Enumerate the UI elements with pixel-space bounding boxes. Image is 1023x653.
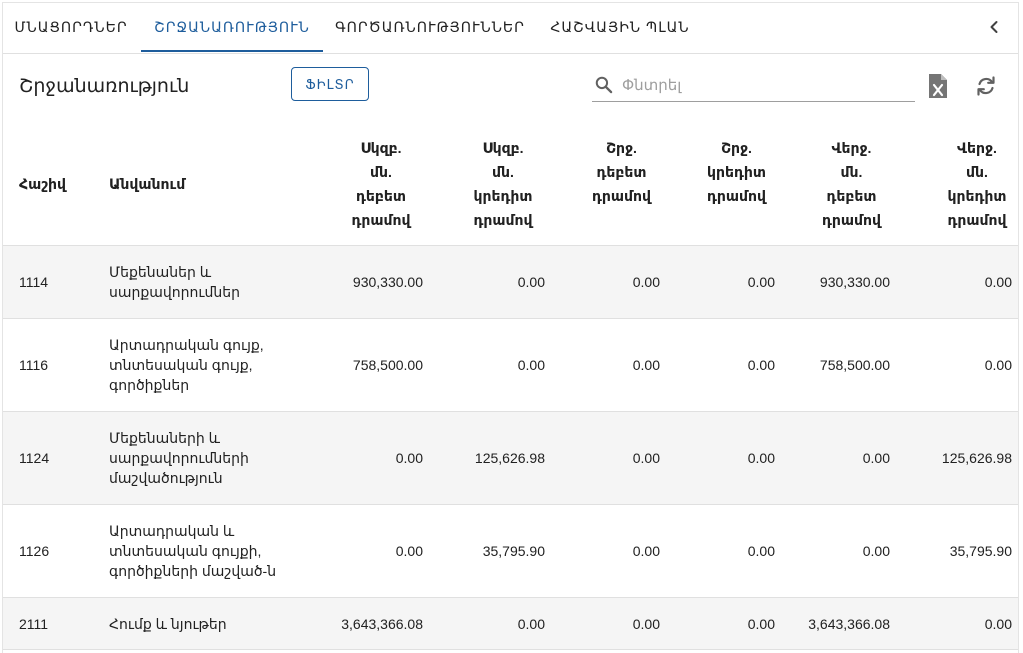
account-cell: 1126 xyxy=(3,504,109,598)
closing-debit-cell: 3,643,366.08 xyxy=(779,597,894,650)
closing-credit-cell: 0.00 xyxy=(894,245,1018,319)
turnover-debit-cell: 0.00 xyxy=(549,504,664,598)
account-cell: 2111 xyxy=(3,597,109,650)
account-name-cell: Հումք և նյութեր xyxy=(109,597,305,650)
chevron-left-icon[interactable] xyxy=(984,17,1004,37)
column-header-closing-debit[interactable]: Վերջ. մն. դեբետ դրամով xyxy=(779,123,894,246)
tab-bar: ՄՆԱՑՈՐԴՆԵՐ ՇՐՋԱՆԱՌՈՒԹՅՈՒՆ ԳՈՐԾԱՌՆՈՒԹՅՈՒՆ… xyxy=(3,3,1018,54)
column-header-opening-credit[interactable]: Սկզբ. մն. կրեդիտ դրամով xyxy=(427,123,549,246)
account-name-cell: Արտադրական գույք, տնտեսական գույք, գործի… xyxy=(109,318,305,412)
column-header-closing-credit[interactable]: Վերջ. մն. կրեդիտ դրամով xyxy=(894,123,1018,246)
account-name-cell: Մեքենաների և սարքավորումների մաշվածությո… xyxy=(109,411,305,505)
search-input[interactable] xyxy=(622,73,907,97)
filter-button[interactable]: ՖԻԼՏՐ xyxy=(291,67,369,101)
column-header-account[interactable]: Հաշիվ xyxy=(3,123,109,246)
opening-credit-cell: 0.00 xyxy=(427,245,549,319)
tab-turnover[interactable]: ՇՐՋԱՆԱՌՈՒԹՅՈՒՆ xyxy=(141,3,323,51)
column-header-name[interactable]: Անվանում xyxy=(109,123,305,246)
opening-debit-cell: 758,500.00 xyxy=(305,318,427,412)
tab-balances[interactable]: ՄՆԱՑՈՐԴՆԵՐ xyxy=(3,3,139,51)
opening-credit-cell: 0.00 xyxy=(427,318,549,412)
opening-debit-cell: 0.00 xyxy=(305,504,427,598)
turnover-credit-cell: 0.00 xyxy=(664,597,779,650)
search-icon xyxy=(595,76,613,94)
excel-export-icon[interactable] xyxy=(927,73,949,99)
closing-debit-cell: 930,330.00 xyxy=(779,245,894,319)
tab-operations[interactable]: ԳՈՐԾԱՌՆՈՒԹՅՈՒՆՆԵՐ xyxy=(323,3,537,51)
opening-debit-cell: 3,643,366.08 xyxy=(305,597,427,650)
active-tab-indicator xyxy=(141,50,323,52)
table-row[interactable]: 1126 Արտադրական և տնտեսական գույքի, գործ… xyxy=(3,504,1018,598)
account-cell: 1116 xyxy=(3,318,109,412)
turnover-credit-cell: 0.00 xyxy=(664,504,779,598)
opening-debit-cell: 0.00 xyxy=(305,411,427,505)
turnover-credit-cell: 0.00 xyxy=(664,411,779,505)
closing-debit-cell: 0.00 xyxy=(779,411,894,505)
account-cell: 1114 xyxy=(3,245,109,319)
account-name-cell: Արտադրական և տնտեսական գույքի, գործիքներ… xyxy=(109,504,305,598)
turnover-debit-cell: 0.00 xyxy=(549,597,664,650)
turnover-credit-cell: 0.00 xyxy=(664,245,779,319)
account-name-cell: Մեքենաներ և սարքավորումներ xyxy=(109,245,305,319)
turnover-debit-cell: 0.00 xyxy=(549,318,664,412)
search-box xyxy=(592,71,915,102)
closing-debit-cell: 758,500.00 xyxy=(779,318,894,412)
account-cell: 1124 xyxy=(3,411,109,505)
turnover-table: Հաշիվ Անվանում Սկզբ. մն. դեբետ դրամով Սկ… xyxy=(3,123,1018,650)
column-header-turnover-credit[interactable]: Շրջ. կրեդիտ դրամով xyxy=(664,123,779,246)
refresh-icon[interactable] xyxy=(974,74,998,98)
opening-credit-cell: 0.00 xyxy=(427,597,549,650)
tab-chart-of-accounts[interactable]: ՀԱՇՎԱՅԻՆ ՊԼԱՆ xyxy=(537,3,703,51)
column-header-turnover-debit[interactable]: Շրջ. դեբետ դրամով xyxy=(549,123,664,246)
opening-debit-cell: 930,330.00 xyxy=(305,245,427,319)
closing-credit-cell: 0.00 xyxy=(894,597,1018,650)
turnover-debit-cell: 0.00 xyxy=(549,245,664,319)
turnover-debit-cell: 0.00 xyxy=(549,411,664,505)
page-title: Շրջանառություն xyxy=(19,76,190,97)
closing-credit-cell: 35,795.90 xyxy=(894,504,1018,598)
table-row[interactable]: 2111 Հումք և նյութեր 3,643,366.08 0.00 0… xyxy=(3,597,1018,650)
table-header-row: Հաշիվ Անվանում Սկզբ. մն. դեբետ դրամով Սկ… xyxy=(3,123,1018,246)
opening-credit-cell: 125,626.98 xyxy=(427,411,549,505)
turnover-panel: ՄՆԱՑՈՐԴՆԵՐ ՇՐՋԱՆԱՌՈՒԹՅՈՒՆ ԳՈՐԾԱՌՆՈՒԹՅՈՒՆ… xyxy=(2,2,1019,653)
closing-credit-cell: 125,626.98 xyxy=(894,411,1018,505)
opening-credit-cell: 35,795.90 xyxy=(427,504,549,598)
closing-credit-cell: 0.00 xyxy=(894,318,1018,412)
column-header-opening-debit[interactable]: Սկզբ. մն. դեբետ դրամով xyxy=(305,123,427,246)
closing-debit-cell: 0.00 xyxy=(779,504,894,598)
table-row[interactable]: 1114 Մեքենաներ և սարքավորումներ 930,330.… xyxy=(3,245,1018,319)
table-row[interactable]: 1124 Մեքենաների և սարքավորումների մաշված… xyxy=(3,411,1018,505)
table-row[interactable]: 1116 Արտադրական գույք, տնտեսական գույք, … xyxy=(3,318,1018,412)
turnover-credit-cell: 0.00 xyxy=(664,318,779,412)
